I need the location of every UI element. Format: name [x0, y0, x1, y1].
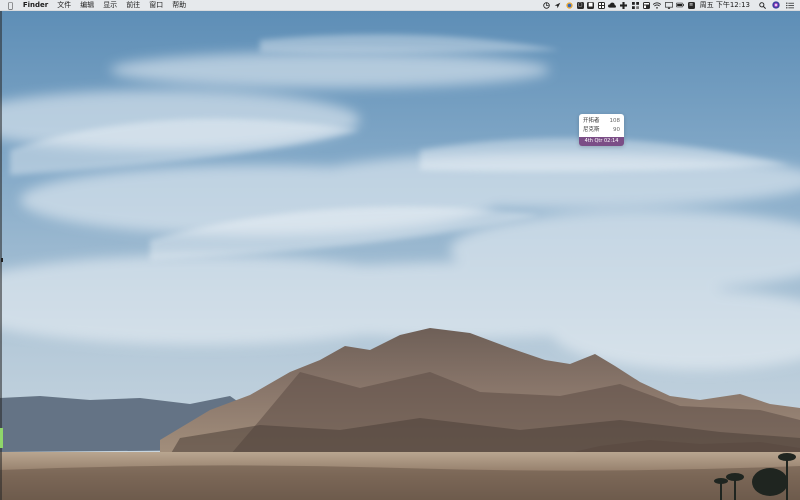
dock-edge-marker — [1, 258, 3, 262]
score-widget-body: 开拓者 108 尼克斯 90 — [579, 114, 624, 137]
app-square-icon[interactable]: ■ — [587, 1, 595, 9]
cloud-icon[interactable] — [608, 1, 617, 9]
score-row-home: 开拓者 108 — [583, 117, 620, 126]
siri-icon[interactable] — [772, 1, 780, 9]
menu-bar:  Finder 文件 编辑 显示 前往 窗口 帮助 ▢ ■ — [0, 0, 800, 11]
notification-center-icon[interactable] — [786, 1, 794, 9]
display-icon[interactable] — [664, 1, 673, 9]
battery-icon[interactable] — [676, 1, 685, 9]
desktop[interactable]:  Finder 文件 编辑 显示 前往 窗口 帮助 ▢ ■ — [0, 0, 800, 500]
menu-window[interactable]: 窗口 — [149, 0, 163, 11]
menu-bar-clock[interactable]: 周五 下午12:13 — [700, 0, 750, 11]
team-score: 90 — [613, 127, 620, 133]
spotlight-search-icon[interactable] — [758, 1, 766, 9]
dock-hidden-indicator[interactable] — [0, 428, 3, 448]
location-arrow-icon[interactable] — [554, 1, 562, 9]
menu-bar-left:  Finder 文件 编辑 显示 前往 窗口 帮助 — [0, 0, 195, 11]
team-name: 尼克斯 — [583, 127, 600, 133]
puzzle-app-icon[interactable] — [631, 1, 639, 9]
menu-file[interactable]: 文件 — [57, 0, 71, 11]
keyboard-icon[interactable]: ▢ — [576, 1, 584, 9]
menu-edit[interactable]: 编辑 — [80, 0, 94, 11]
desktop-wallpaper — [0, 0, 800, 500]
game-status-footer: 4th Qtr 02:14 — [579, 137, 624, 146]
colorful-app-icon[interactable] — [565, 1, 573, 9]
game-score-widget[interactable]: 开拓者 108 尼克斯 90 4th Qtr 02:14 — [579, 114, 624, 146]
menu-app-finder[interactable]: Finder — [23, 0, 48, 11]
score-row-away: 尼克斯 90 — [583, 126, 620, 135]
menu-go[interactable]: 前往 — [126, 0, 140, 11]
menu-bar-status-area: ▢ ■ ≡ 周五 下午12:13 — [539, 0, 800, 11]
sync-icon[interactable] — [542, 1, 550, 9]
grid-app-icon[interactable] — [597, 1, 605, 9]
layout-app-icon[interactable] — [642, 1, 650, 9]
menu-help[interactable]: 帮助 — [172, 0, 186, 11]
wifi-icon[interactable] — [653, 1, 662, 9]
apple-logo-icon[interactable]:  — [8, 0, 13, 11]
plus-app-icon[interactable] — [620, 1, 628, 9]
team-name: 开拓者 — [583, 118, 600, 124]
input-method-icon[interactable]: ≡ — [687, 1, 695, 9]
team-score: 108 — [609, 118, 621, 124]
screen-left-edge — [0, 11, 2, 500]
menu-view[interactable]: 显示 — [103, 0, 117, 11]
